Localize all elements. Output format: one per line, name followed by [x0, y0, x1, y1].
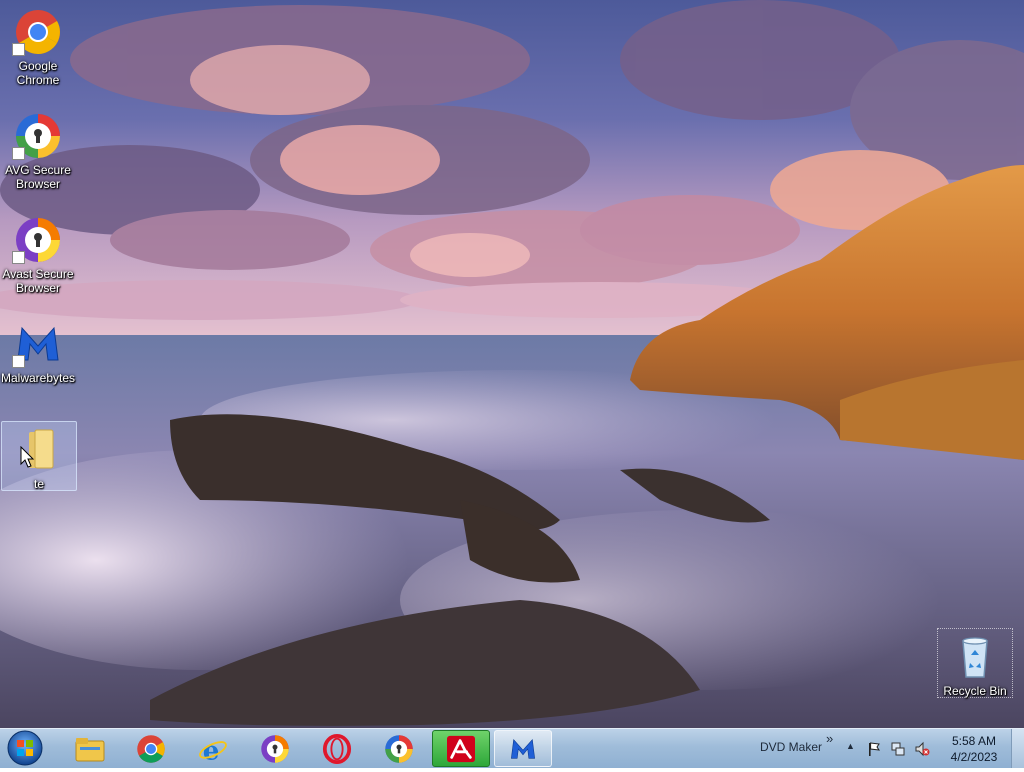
clock-time: 5:58 AM: [951, 734, 997, 748]
desktop-icon-te-folder[interactable]: te: [1, 421, 77, 491]
taskbar-item-avira[interactable]: [432, 730, 490, 767]
network-icon[interactable]: [890, 741, 906, 757]
show-hidden-icons-button[interactable]: ▲: [846, 741, 855, 751]
avast-secure-browser-icon: [261, 734, 289, 763]
shortcut-arrow-icon: [12, 355, 25, 368]
desktop-icon-recycle-bin[interactable]: Recycle Bin: [937, 628, 1013, 698]
start-orb-icon: [7, 730, 43, 766]
clock-date: 4/2/2023: [950, 750, 998, 764]
malwarebytes-icon: [12, 320, 62, 368]
icon-label: Google Chrome: [16, 59, 60, 87]
desktop-icon-avg-secure-browser[interactable]: AVG Secure Browser: [0, 108, 76, 191]
taskbar-item-avast-secure-browser[interactable]: [246, 730, 304, 767]
taskbar: e DVD Maker » ▲ 5:58 AM 4/2/2023: [0, 728, 1024, 768]
wallpaper: [0, 0, 1024, 728]
taskbar-item-internet-explorer[interactable]: e: [184, 730, 242, 767]
svg-text:e: e: [203, 735, 220, 764]
avg-secure-browser-icon: [385, 734, 413, 763]
chrome-icon: [137, 734, 165, 763]
malwarebytes-icon: [511, 738, 535, 759]
shortcut-arrow-icon: [12, 147, 25, 160]
avg-secure-browser-icon: [12, 112, 62, 160]
folder-icon: [15, 426, 63, 474]
icon-label: Recycle Bin: [943, 684, 1007, 698]
icon-label: Malwarebytes: [0, 371, 76, 385]
toolbar-expand-button[interactable]: »: [826, 731, 833, 746]
taskbar-item-avg-secure-browser[interactable]: [370, 730, 428, 767]
taskbar-clock[interactable]: 5:58 AM 4/2/2023: [941, 733, 1007, 765]
desktop-icon-avast-secure-browser[interactable]: Avast Secure Browser: [0, 212, 76, 295]
volume-muted-icon[interactable]: [914, 741, 930, 757]
show-desktop-button[interactable]: [1011, 729, 1024, 768]
opera-icon: [322, 733, 352, 764]
taskbar-item-chrome[interactable]: [122, 730, 180, 767]
shortcut-arrow-icon: [12, 251, 25, 264]
icon-label: Avast Secure Browser: [2, 267, 74, 295]
dvd-maker-toolbar[interactable]: DVD Maker: [760, 740, 822, 754]
avira-icon: [447, 735, 475, 762]
icon-label: te: [33, 477, 44, 491]
taskbar-item-file-explorer[interactable]: [61, 730, 119, 767]
start-button[interactable]: [5, 730, 45, 767]
action-center-flag-icon[interactable]: [866, 741, 882, 757]
file-explorer-icon: [75, 737, 105, 761]
chrome-icon: [12, 8, 62, 56]
icon-label: AVG Secure Browser: [5, 163, 71, 191]
desktop[interactable]: Google Chrome AVG Secure Browser Avast S…: [0, 0, 1024, 728]
taskbar-item-opera[interactable]: [308, 730, 366, 767]
internet-explorer-icon: e: [199, 735, 227, 764]
desktop-icon-google-chrome[interactable]: Google Chrome: [0, 4, 76, 87]
avast-secure-browser-icon: [12, 216, 62, 264]
desktop-icon-malwarebytes[interactable]: Malwarebytes: [0, 316, 76, 385]
taskbar-item-malwarebytes[interactable]: [494, 730, 552, 767]
shortcut-arrow-icon: [12, 43, 25, 56]
recycle-bin-icon: [951, 633, 999, 681]
